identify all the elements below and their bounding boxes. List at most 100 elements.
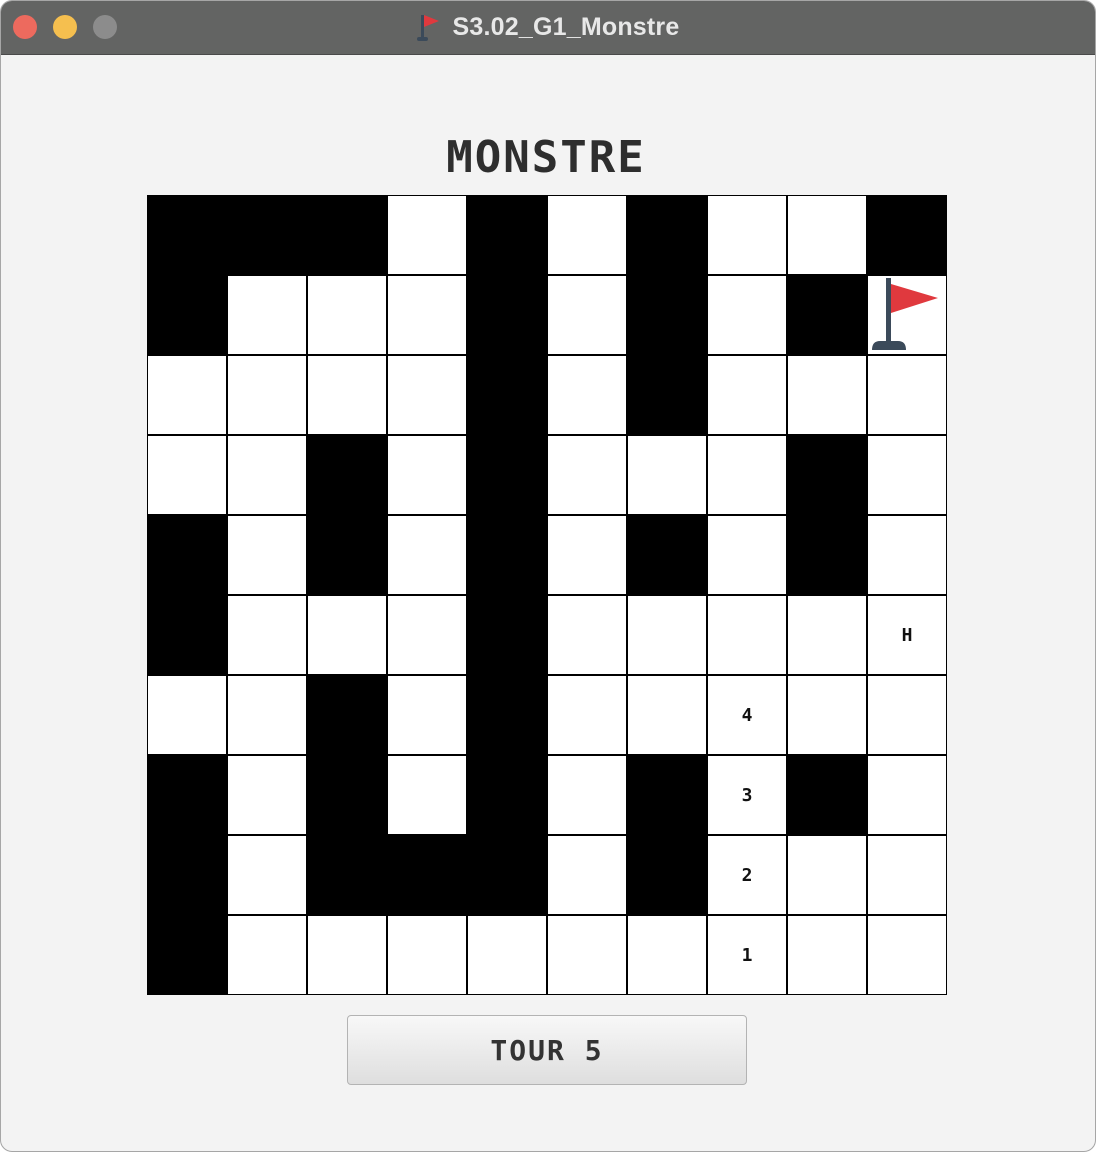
floor-cell[interactable] bbox=[707, 515, 787, 595]
wall-cell[interactable] bbox=[307, 675, 387, 755]
floor-cell[interactable]: 2 bbox=[707, 835, 787, 915]
wall-cell[interactable] bbox=[467, 195, 547, 275]
game-board[interactable]: H 4 3 2 1 bbox=[147, 195, 947, 995]
floor-cell[interactable]: 1 bbox=[707, 915, 787, 995]
floor-cell[interactable] bbox=[547, 755, 627, 835]
floor-cell[interactable] bbox=[547, 515, 627, 595]
floor-cell[interactable] bbox=[547, 195, 627, 275]
wall-cell[interactable] bbox=[467, 355, 547, 435]
wall-cell[interactable] bbox=[867, 195, 947, 275]
floor-cell[interactable] bbox=[547, 595, 627, 675]
wall-cell[interactable] bbox=[467, 755, 547, 835]
wall-cell[interactable] bbox=[147, 195, 227, 275]
wall-cell[interactable] bbox=[787, 435, 867, 515]
wall-cell[interactable] bbox=[307, 435, 387, 515]
floor-cell[interactable] bbox=[787, 915, 867, 995]
floor-cell[interactable] bbox=[627, 915, 707, 995]
floor-cell[interactable] bbox=[707, 435, 787, 515]
floor-cell[interactable] bbox=[387, 515, 467, 595]
floor-cell[interactable] bbox=[147, 675, 227, 755]
floor-cell[interactable] bbox=[227, 755, 307, 835]
floor-cell[interactable] bbox=[307, 355, 387, 435]
floor-cell[interactable] bbox=[147, 435, 227, 515]
floor-cell[interactable] bbox=[307, 915, 387, 995]
wall-cell[interactable] bbox=[147, 835, 227, 915]
wall-cell[interactable] bbox=[307, 515, 387, 595]
floor-cell[interactable] bbox=[707, 195, 787, 275]
floor-cell[interactable] bbox=[307, 275, 387, 355]
floor-cell[interactable] bbox=[787, 595, 867, 675]
wall-cell[interactable] bbox=[627, 515, 707, 595]
floor-cell[interactable]: 3 bbox=[707, 755, 787, 835]
floor-cell[interactable] bbox=[867, 835, 947, 915]
floor-cell[interactable] bbox=[627, 435, 707, 515]
floor-cell[interactable] bbox=[227, 915, 307, 995]
floor-cell[interactable]: H bbox=[867, 595, 947, 675]
wall-cell[interactable] bbox=[787, 275, 867, 355]
floor-cell[interactable] bbox=[227, 435, 307, 515]
wall-cell[interactable] bbox=[307, 195, 387, 275]
floor-cell[interactable] bbox=[867, 675, 947, 755]
floor-cell[interactable] bbox=[227, 355, 307, 435]
wall-cell[interactable] bbox=[787, 755, 867, 835]
floor-cell[interactable] bbox=[707, 275, 787, 355]
floor-cell[interactable] bbox=[147, 355, 227, 435]
floor-cell[interactable] bbox=[547, 915, 627, 995]
floor-cell[interactable] bbox=[307, 595, 387, 675]
floor-cell[interactable] bbox=[547, 355, 627, 435]
floor-cell[interactable] bbox=[627, 595, 707, 675]
wall-cell[interactable] bbox=[467, 835, 547, 915]
wall-cell[interactable] bbox=[467, 275, 547, 355]
wall-cell[interactable] bbox=[147, 515, 227, 595]
floor-cell[interactable] bbox=[547, 835, 627, 915]
floor-cell[interactable] bbox=[707, 355, 787, 435]
wall-cell[interactable] bbox=[467, 435, 547, 515]
wall-cell[interactable] bbox=[627, 755, 707, 835]
wall-cell[interactable] bbox=[227, 195, 307, 275]
wall-cell[interactable] bbox=[147, 915, 227, 995]
wall-cell[interactable] bbox=[307, 755, 387, 835]
wall-cell[interactable] bbox=[307, 835, 387, 915]
floor-cell[interactable] bbox=[467, 915, 547, 995]
floor-cell[interactable] bbox=[547, 675, 627, 755]
floor-cell[interactable] bbox=[227, 275, 307, 355]
floor-cell[interactable] bbox=[627, 675, 707, 755]
floor-cell[interactable] bbox=[867, 755, 947, 835]
title-bar[interactable]: S3.02_G1_Monstre bbox=[1, 1, 1095, 55]
wall-cell[interactable] bbox=[387, 835, 467, 915]
floor-cell[interactable] bbox=[387, 595, 467, 675]
floor-cell[interactable] bbox=[227, 835, 307, 915]
floor-cell[interactable] bbox=[387, 915, 467, 995]
floor-cell[interactable] bbox=[867, 275, 947, 355]
floor-cell[interactable] bbox=[787, 835, 867, 915]
floor-cell[interactable] bbox=[387, 675, 467, 755]
floor-cell[interactable] bbox=[387, 195, 467, 275]
floor-cell[interactable] bbox=[547, 435, 627, 515]
floor-cell[interactable] bbox=[387, 435, 467, 515]
floor-cell[interactable] bbox=[787, 355, 867, 435]
floor-cell[interactable] bbox=[867, 435, 947, 515]
wall-cell[interactable] bbox=[147, 275, 227, 355]
wall-cell[interactable] bbox=[787, 515, 867, 595]
wall-cell[interactable] bbox=[147, 595, 227, 675]
floor-cell[interactable] bbox=[787, 195, 867, 275]
floor-cell[interactable] bbox=[787, 675, 867, 755]
floor-cell[interactable] bbox=[227, 515, 307, 595]
wall-cell[interactable] bbox=[467, 515, 547, 595]
wall-cell[interactable] bbox=[627, 195, 707, 275]
floor-cell[interactable] bbox=[387, 755, 467, 835]
wall-cell[interactable] bbox=[147, 755, 227, 835]
wall-cell[interactable] bbox=[627, 275, 707, 355]
floor-cell[interactable]: 4 bbox=[707, 675, 787, 755]
floor-cell[interactable] bbox=[387, 275, 467, 355]
floor-cell[interactable] bbox=[227, 675, 307, 755]
floor-cell[interactable] bbox=[867, 355, 947, 435]
floor-cell[interactable] bbox=[547, 275, 627, 355]
wall-cell[interactable] bbox=[467, 595, 547, 675]
wall-cell[interactable] bbox=[627, 355, 707, 435]
floor-cell[interactable] bbox=[707, 595, 787, 675]
floor-cell[interactable] bbox=[227, 595, 307, 675]
wall-cell[interactable] bbox=[467, 675, 547, 755]
floor-cell[interactable] bbox=[387, 355, 467, 435]
wall-cell[interactable] bbox=[627, 835, 707, 915]
